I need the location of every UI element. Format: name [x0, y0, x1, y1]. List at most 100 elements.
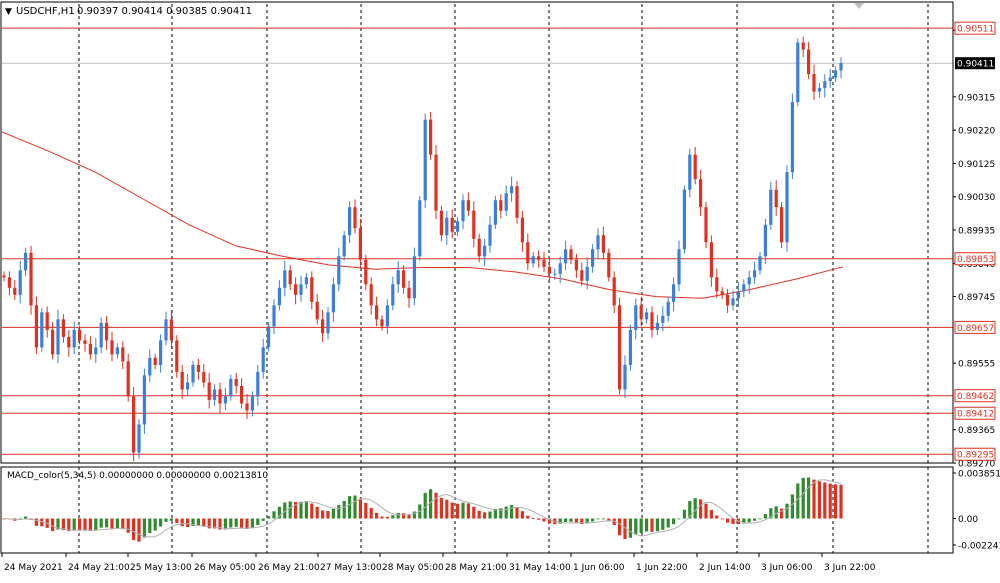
macd-histogram-bar [267, 516, 271, 519]
candle-body [56, 319, 60, 355]
candle-body [283, 270, 287, 288]
macd-histogram-bar [790, 494, 794, 519]
candle-body [137, 424, 141, 453]
candle-body [245, 403, 249, 411]
macd-histogram-bar [510, 505, 514, 519]
candle-body [353, 207, 357, 229]
candle-body [115, 347, 119, 355]
time-tick-label: 31 May 14:00 [509, 563, 571, 573]
macd-histogram-bar [450, 502, 454, 519]
macd-histogram-bar [504, 506, 508, 519]
price-axis: 0.905050.903150.902200.901250.900300.899… [953, 21, 1000, 552]
macd-histogram-bar [164, 518, 168, 522]
macd-histogram-bar [564, 518, 568, 522]
usdchf-h1-chart[interactable]: 0.905050.903150.902200.901250.900300.899… [0, 0, 1000, 579]
candle-body [607, 252, 611, 278]
candle-body [488, 224, 492, 246]
candle-body [715, 277, 719, 292]
macd-histogram-bar [483, 512, 487, 519]
scroll-shift-icon[interactable] [854, 3, 864, 9]
chart-header: ▼ USDCHF,H1 0.90397 0.90414 0.90385 0.90… [5, 6, 252, 17]
macd-histogram-bar [223, 518, 227, 530]
candle-body [288, 270, 292, 285]
candle-body [24, 252, 28, 271]
time-tick-label: 2 Jun 14:00 [699, 563, 751, 573]
candle-body [596, 235, 600, 250]
macd-histogram-bar [348, 496, 352, 519]
candle-body [229, 378, 233, 397]
macd-histogram-bar [126, 518, 130, 533]
candle-body [213, 389, 217, 400]
macd-histogram-bar [531, 518, 535, 519]
macd-histogram-bar [655, 518, 659, 532]
macd-histogram-bar [99, 518, 103, 528]
macd-histogram-bar [304, 501, 308, 519]
macd-histogram-bar [520, 511, 524, 519]
macd-histogram-bar [153, 518, 157, 531]
candle-body [450, 217, 454, 232]
price-tick-label: 0.89270 [958, 460, 995, 470]
macd-histogram-bar [272, 511, 276, 519]
candle-body [342, 235, 346, 257]
macd-histogram-bar [726, 518, 730, 523]
candle-body [358, 228, 362, 260]
chart-canvas[interactable]: 0.905050.903150.902200.901250.900300.899… [0, 0, 1000, 579]
macd-histogram-bar [456, 503, 460, 519]
candle-body [623, 364, 627, 390]
macd-histogram-bar [256, 518, 260, 526]
candle-body [18, 270, 22, 295]
macd-histogram-bar [709, 510, 713, 519]
candle-body [618, 305, 622, 390]
macd-histogram-bar [677, 518, 681, 520]
candle-body [542, 259, 546, 267]
candle-body [83, 340, 87, 344]
candle-body [196, 364, 200, 372]
level-price-label: 0.89853 [957, 255, 994, 265]
candles-layer [2, 36, 843, 462]
candle-body [321, 319, 325, 334]
macd-histogram-bar [839, 484, 843, 519]
candle-body [234, 378, 238, 386]
candle-body [456, 221, 460, 232]
macd-histogram-bar [396, 512, 400, 519]
candle-body [709, 242, 713, 278]
candle-body [445, 217, 449, 236]
macd-histogram-bar [342, 500, 346, 519]
macd-histogram-bar [823, 482, 827, 519]
macd-histogram-bar [375, 512, 379, 519]
price-tick-label: 0.90125 [958, 160, 995, 170]
candle-body [688, 154, 692, 190]
candle-body [153, 357, 157, 365]
macd-histogram-bar [321, 510, 325, 519]
price-tick-label: 0.89935 [958, 226, 995, 236]
candle-body [61, 319, 65, 337]
candle-body [493, 200, 497, 225]
symbol-label: USDCHF,H1 [16, 6, 75, 17]
macd-histogram-bar [526, 515, 530, 519]
candle-body [261, 347, 265, 372]
candle-body [132, 396, 136, 453]
candle-body [364, 259, 368, 285]
macd-histogram-bar [202, 518, 206, 527]
macd-histogram-bar [439, 497, 443, 519]
macd-histogram-bar [310, 503, 314, 519]
macd-histogram-bar [828, 483, 832, 519]
candle-body [461, 200, 465, 222]
candle-body [531, 256, 535, 264]
candle-body [299, 284, 303, 295]
macd-histogram-bar [83, 518, 87, 530]
candle-body [202, 371, 206, 383]
macd-histogram-bar [758, 518, 762, 520]
candle-body [472, 210, 476, 239]
macd-histogram-bar [537, 518, 541, 520]
candle-body [499, 200, 503, 211]
time-tick-label: 25 May 13:00 [130, 563, 192, 573]
candle-body [105, 322, 109, 341]
macd-histogram-bar [72, 518, 76, 530]
candle-body [812, 74, 816, 92]
dropdown-arrow-icon[interactable]: ▼ [5, 7, 12, 17]
candle-body [753, 270, 757, 278]
time-tick-label: 28 May 21:00 [445, 563, 507, 573]
candle-body [272, 305, 276, 327]
time-tick-label: 24 May 21:00 [68, 563, 130, 573]
